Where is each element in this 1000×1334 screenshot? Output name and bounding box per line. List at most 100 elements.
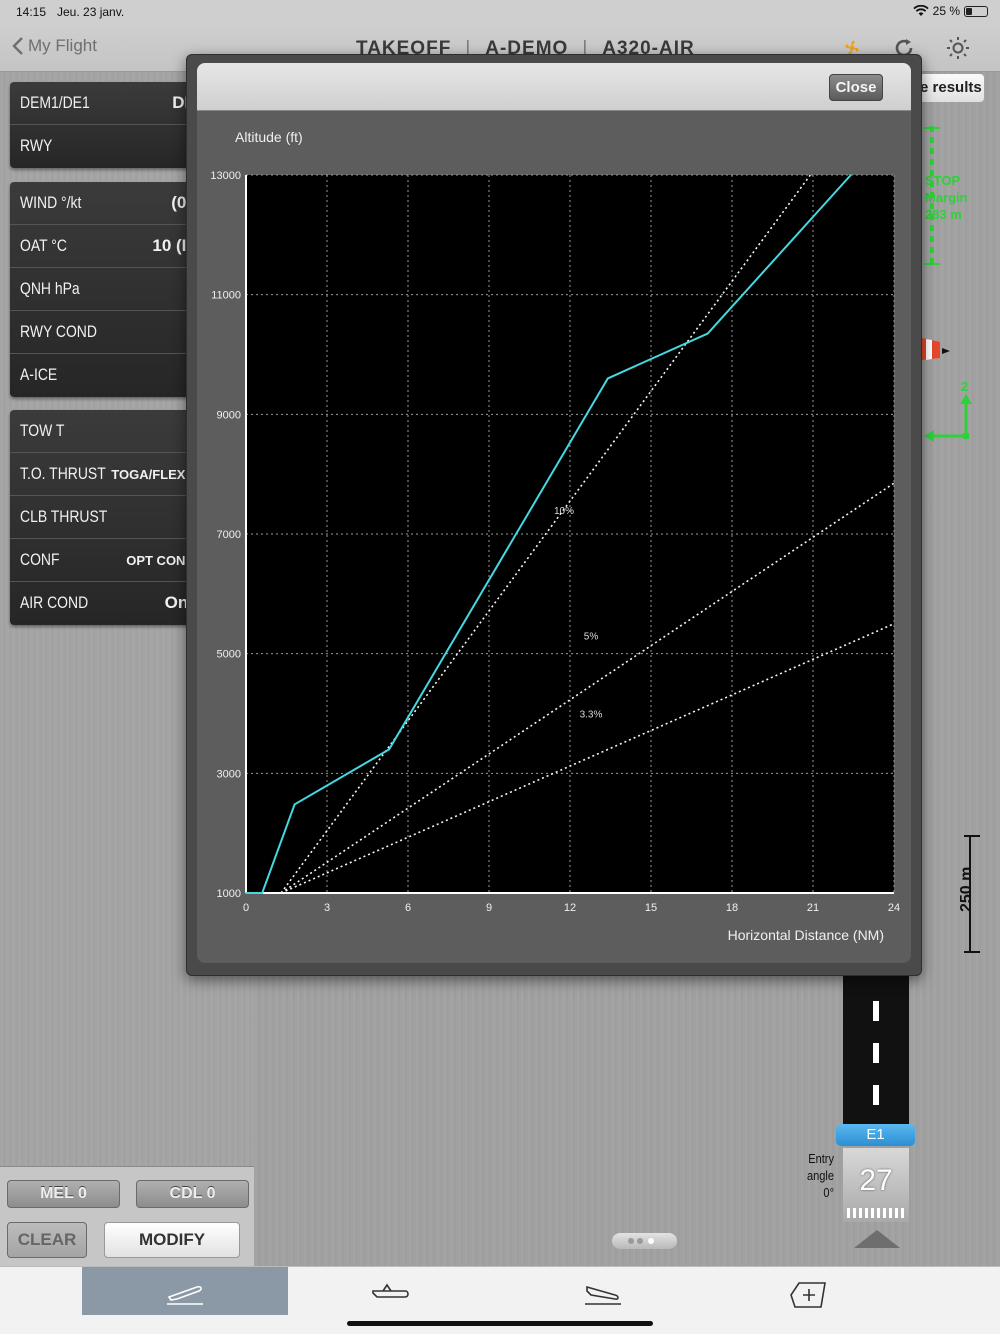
runway-direction-arrow bbox=[854, 1230, 900, 1248]
y-tick-label: 5000 bbox=[217, 649, 241, 661]
x-axis-title: Horizontal Distance (NM) bbox=[728, 927, 884, 943]
stop-text: STOP bbox=[925, 173, 961, 188]
weather-group: WIND °/kt(010/OAT °C10 (ISAQNH hPa1 RWY C… bbox=[10, 182, 210, 397]
runway-number: 27 bbox=[859, 1164, 893, 1197]
x-tick-label: 6 bbox=[405, 902, 411, 914]
reference-line-label: 5% bbox=[584, 632, 599, 643]
series-point bbox=[293, 803, 296, 806]
y-tick-label: 1000 bbox=[217, 888, 241, 900]
panel-row[interactable]: CLB THRUST bbox=[10, 496, 210, 539]
x-tick-label: 9 bbox=[486, 902, 492, 914]
row-label: T.O. THRUST bbox=[20, 464, 106, 483]
tab-cruise[interactable] bbox=[288, 1267, 494, 1315]
row-label: CONF bbox=[20, 550, 60, 569]
series-point bbox=[607, 377, 609, 380]
y-tick-label: 13000 bbox=[210, 170, 241, 182]
battery-percent: 25 % bbox=[932, 4, 960, 18]
row-label: CLB THRUST bbox=[20, 507, 108, 526]
entry-text: Entry bbox=[808, 1151, 834, 1166]
status-battery: 25 % bbox=[913, 4, 988, 18]
entry-point-badge[interactable]: E1 bbox=[836, 1124, 915, 1146]
panel-row[interactable]: QNH hPa1 bbox=[10, 268, 210, 311]
series-point bbox=[261, 892, 263, 894]
angle-value: 0° bbox=[823, 1185, 834, 1200]
series-point bbox=[245, 892, 247, 894]
status-time: 14:15 bbox=[16, 5, 47, 19]
tab-landing[interactable] bbox=[500, 1267, 706, 1315]
runway bbox=[843, 975, 909, 1125]
series-point bbox=[388, 748, 390, 751]
flight-path-modal: Close 0 3 6 9 12 15 18 21 24 1000 3000 5000 7000 9000… bbox=[186, 54, 922, 976]
x-tick-label: 18 bbox=[726, 902, 738, 914]
reference-line-label: 10% bbox=[554, 506, 574, 517]
panel-row[interactable]: WIND °/kt(010/ bbox=[10, 182, 210, 225]
x-tick-label: 15 bbox=[645, 902, 657, 914]
entry-angle-label: Entry angle 0° bbox=[797, 1150, 834, 1201]
reference-line-label: 3.3% bbox=[580, 710, 603, 721]
panel-row[interactable]: CONF OPT CONF (S bbox=[10, 539, 210, 582]
panel-row[interactable]: OAT °C 10 (ISA bbox=[10, 225, 210, 268]
margin-value: 283 m bbox=[925, 207, 962, 222]
back-button[interactable]: My Flight bbox=[12, 36, 97, 56]
row-label: A-ICE bbox=[20, 365, 58, 384]
modify-button[interactable]: MODIFY bbox=[104, 1222, 240, 1258]
battery-icon bbox=[964, 5, 988, 17]
landing-icon bbox=[585, 1285, 621, 1305]
y-tick-label: 7000 bbox=[217, 529, 241, 541]
y-tick-label: 3000 bbox=[217, 768, 241, 780]
wifi-icon bbox=[913, 5, 929, 16]
config-group: TOW T T.O. THRUST TOGA/FLEX (ST CLB THRUST C… bbox=[10, 410, 210, 625]
cdl-button[interactable]: CDL 0 bbox=[136, 1180, 249, 1208]
home-indicator bbox=[347, 1321, 653, 1326]
climb-profile-chart: 0 3 6 9 12 15 18 21 24 1000 3000 5000 7000 9000 11000 1… bbox=[210, 129, 900, 943]
row-label: OAT °C bbox=[20, 236, 67, 255]
brightness-icon[interactable] bbox=[946, 36, 970, 60]
flight-group: DEM1/DE1DEMRWY2 bbox=[10, 82, 210, 168]
tab-takeoff[interactable] bbox=[82, 1267, 288, 1315]
bottom-button-panel: MEL 0 CDL 0 CLEAR MODIFY bbox=[0, 1166, 254, 1266]
margin-text: Margin bbox=[925, 190, 968, 205]
stop-margin-label: STOP Margin 283 m bbox=[925, 172, 968, 223]
status-date: Jeu. 23 janv. bbox=[57, 5, 125, 19]
row-label: RWY COND bbox=[20, 322, 97, 341]
panel-row[interactable]: AIR CONDOn (S bbox=[10, 582, 210, 625]
scale-label: 250 m bbox=[958, 866, 975, 912]
panel-row[interactable]: TOW T bbox=[10, 410, 210, 453]
cruise-icon bbox=[372, 1283, 409, 1298]
series-point bbox=[850, 174, 852, 176]
x-tick-label: 0 bbox=[243, 902, 249, 914]
runway-threshold: 27 bbox=[843, 1148, 909, 1222]
chevron-left-icon bbox=[12, 37, 23, 55]
back-label: My Flight bbox=[28, 36, 97, 55]
clear-button[interactable]: CLEAR bbox=[7, 1222, 87, 1258]
x-tick-label: 3 bbox=[324, 902, 330, 914]
panel-row[interactable]: RWY COND bbox=[10, 311, 210, 354]
row-label: TOW T bbox=[20, 421, 65, 440]
flight-folder-icon bbox=[790, 1282, 826, 1308]
panel-row[interactable]: A-ICE bbox=[10, 354, 210, 397]
panel-row[interactable]: T.O. THRUST TOGA/FLEX (ST bbox=[10, 453, 210, 496]
row-label: AIR COND bbox=[20, 593, 89, 612]
tab-flight-folder[interactable] bbox=[706, 1267, 912, 1315]
y-axis-title: Altitude (ft) bbox=[235, 129, 303, 145]
series-point bbox=[706, 332, 709, 335]
row-label: WIND °/kt bbox=[20, 193, 82, 212]
results-button[interactable]: e results bbox=[912, 74, 984, 102]
axis-label-2: 2 bbox=[961, 379, 969, 394]
axis-indicator-icon bbox=[924, 394, 972, 442]
windsock-icon bbox=[922, 338, 950, 360]
x-tick-label: 21 bbox=[807, 902, 819, 914]
panel-row[interactable]: RWY2 bbox=[10, 125, 210, 168]
takeoff-icon bbox=[167, 1286, 203, 1305]
row-label: RWY bbox=[20, 136, 53, 155]
status-bar: 14:15 Jeu. 23 janv. 25 % bbox=[0, 0, 1000, 24]
y-tick-label: 11000 bbox=[211, 290, 241, 302]
page-indicator[interactable] bbox=[612, 1233, 677, 1249]
y-tick-label: 9000 bbox=[217, 409, 241, 421]
x-tick-label: 12 bbox=[564, 902, 576, 914]
row-label: QNH hPa bbox=[20, 279, 80, 298]
x-tick-label: 24 bbox=[888, 902, 900, 914]
row-label: DEM1/DE1 bbox=[20, 93, 90, 112]
panel-row[interactable]: DEM1/DE1DEM bbox=[10, 82, 210, 125]
mel-button[interactable]: MEL 0 bbox=[7, 1180, 120, 1208]
